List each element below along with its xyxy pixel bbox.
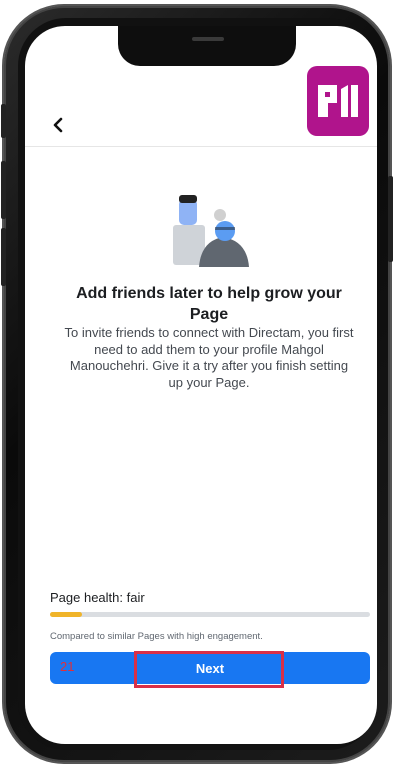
screen: Add friends later to help grow your Page… [25, 26, 377, 744]
page-title: Add friends later to help grow your Page [76, 285, 342, 323]
mute-switch [1, 104, 6, 138]
page-health-label: Page health: fair [50, 590, 145, 605]
page-health-progress-fill [50, 612, 82, 617]
chevron-left-icon [53, 117, 63, 133]
volume-up-button [1, 161, 6, 219]
volume-down-button [1, 228, 6, 286]
brand-logo-glyph [318, 85, 358, 117]
step-number-badge: 21 [60, 659, 75, 674]
speaker-grille [192, 37, 224, 41]
page-health-progress-bar [50, 612, 370, 617]
add-friends-illustration-icon [165, 191, 249, 267]
brand-logo-icon [307, 66, 369, 136]
next-button[interactable]: 21 Next [50, 652, 370, 684]
power-button [388, 176, 393, 262]
phone-frame: Add friends later to help grow your Page… [1, 6, 393, 762]
header-divider [25, 146, 377, 147]
notch [118, 26, 296, 66]
stage: Add friends later to help grow your Page… [0, 0, 395, 766]
next-button-label: Next [195, 660, 225, 676]
comparison-note: Compared to similar Pages with high enga… [50, 631, 263, 642]
back-button[interactable] [47, 112, 69, 138]
description-text: To invite friends to connect with Direct… [64, 325, 354, 390]
